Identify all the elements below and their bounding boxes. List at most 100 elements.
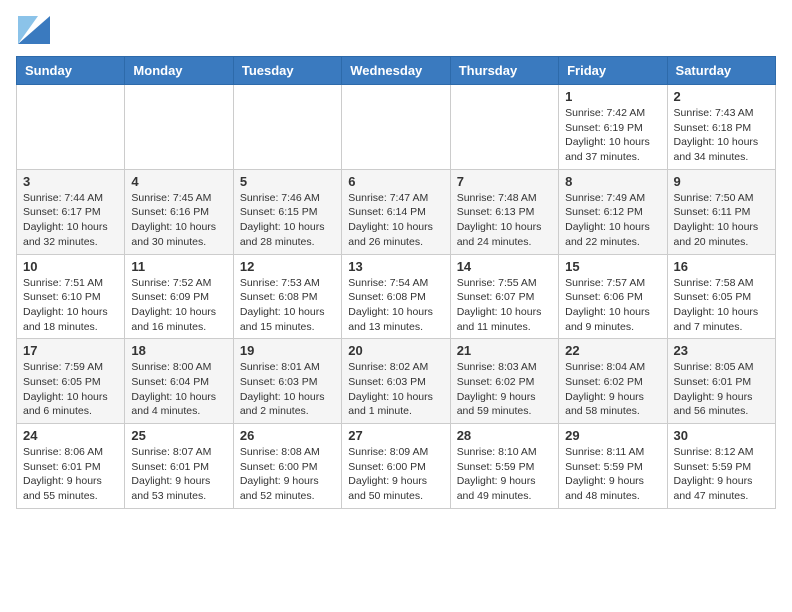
day-info: Sunrise: 8:04 AM Sunset: 6:02 PM Dayligh… (565, 360, 660, 419)
day-info: Sunrise: 8:11 AM Sunset: 5:59 PM Dayligh… (565, 445, 660, 504)
day-info: Sunrise: 7:54 AM Sunset: 6:08 PM Dayligh… (348, 276, 443, 335)
day-info: Sunrise: 8:05 AM Sunset: 6:01 PM Dayligh… (674, 360, 769, 419)
calendar-week-row: 24Sunrise: 8:06 AM Sunset: 6:01 PM Dayli… (17, 424, 776, 509)
calendar-day-cell: 15 Sunrise: 7:57 AM Sunset: 6:06 PM Dayli… (559, 254, 667, 339)
calendar-day-cell: 1 Sunrise: 7:42 AM Sunset: 6:19 PM Daylig… (559, 85, 667, 170)
day-number: 2 (674, 89, 769, 104)
calendar-day-cell (450, 85, 558, 170)
calendar-day-cell: 16 Sunrise: 7:58 AM Sunset: 6:05 PM Dayli… (667, 254, 775, 339)
day-number: 10 (23, 259, 118, 274)
weekday-header-sunday: Sunday (17, 57, 125, 85)
day-number: 25 (131, 428, 226, 443)
day-number: 8 (565, 174, 660, 189)
logo-icon (18, 16, 50, 44)
calendar-day-cell (125, 85, 233, 170)
day-info: Sunrise: 8:08 AM Sunset: 6:00 PM Dayligh… (240, 445, 335, 504)
day-info: Sunrise: 7:53 AM Sunset: 6:08 PM Dayligh… (240, 276, 335, 335)
day-info: Sunrise: 7:51 AM Sunset: 6:10 PM Dayligh… (23, 276, 118, 335)
day-info: Sunrise: 7:49 AM Sunset: 6:12 PM Dayligh… (565, 191, 660, 250)
day-info: Sunrise: 8:07 AM Sunset: 6:01 PM Dayligh… (131, 445, 226, 504)
calendar-day-cell: 13 Sunrise: 7:54 AM Sunset: 6:08 PM Dayli… (342, 254, 450, 339)
day-info: Sunrise: 7:55 AM Sunset: 6:07 PM Dayligh… (457, 276, 552, 335)
calendar-day-cell: 14 Sunrise: 7:55 AM Sunset: 6:07 PM Dayli… (450, 254, 558, 339)
calendar-table: SundayMondayTuesdayWednesdayThursdayFrid… (16, 56, 776, 509)
day-info: Sunrise: 7:58 AM Sunset: 6:05 PM Dayligh… (674, 276, 769, 335)
day-info: Sunrise: 8:02 AM Sunset: 6:03 PM Dayligh… (348, 360, 443, 419)
page-header (16, 16, 776, 44)
day-number: 17 (23, 343, 118, 358)
calendar-day-cell: 23 Sunrise: 8:05 AM Sunset: 6:01 PM Dayli… (667, 339, 775, 424)
day-number: 9 (674, 174, 769, 189)
calendar-day-cell: 27Sunrise: 8:09 AM Sunset: 6:00 PM Dayli… (342, 424, 450, 509)
day-number: 23 (674, 343, 769, 358)
calendar-day-cell: 22 Sunrise: 8:04 AM Sunset: 6:02 PM Dayli… (559, 339, 667, 424)
day-info: Sunrise: 7:42 AM Sunset: 6:19 PM Dayligh… (565, 106, 660, 165)
day-number: 14 (457, 259, 552, 274)
calendar-day-cell: 19 Sunrise: 8:01 AM Sunset: 6:03 PM Dayli… (233, 339, 341, 424)
calendar-day-cell (17, 85, 125, 170)
calendar-day-cell (233, 85, 341, 170)
logo (16, 16, 50, 44)
day-number: 11 (131, 259, 226, 274)
day-number: 6 (348, 174, 443, 189)
weekday-header-wednesday: Wednesday (342, 57, 450, 85)
day-number: 24 (23, 428, 118, 443)
day-number: 3 (23, 174, 118, 189)
day-info: Sunrise: 8:03 AM Sunset: 6:02 PM Dayligh… (457, 360, 552, 419)
day-number: 28 (457, 428, 552, 443)
day-number: 21 (457, 343, 552, 358)
day-info: Sunrise: 7:44 AM Sunset: 6:17 PM Dayligh… (23, 191, 118, 250)
calendar-day-cell: 25 Sunrise: 8:07 AM Sunset: 6:01 PM Dayli… (125, 424, 233, 509)
day-number: 15 (565, 259, 660, 274)
calendar-day-cell: 28 Sunrise: 8:10 AM Sunset: 5:59 PM Dayli… (450, 424, 558, 509)
day-info: Sunrise: 8:09 AM Sunset: 6:00 PM Dayligh… (348, 445, 443, 504)
calendar-day-cell: 4 Sunrise: 7:45 AM Sunset: 6:16 PM Daylig… (125, 169, 233, 254)
calendar-day-cell: 3 Sunrise: 7:44 AM Sunset: 6:17 PM Daylig… (17, 169, 125, 254)
calendar-day-cell: 26Sunrise: 8:08 AM Sunset: 6:00 PM Dayli… (233, 424, 341, 509)
day-number: 29 (565, 428, 660, 443)
day-number: 5 (240, 174, 335, 189)
day-number: 13 (348, 259, 443, 274)
calendar-day-cell: 20Sunrise: 8:02 AM Sunset: 6:03 PM Dayli… (342, 339, 450, 424)
day-number: 19 (240, 343, 335, 358)
calendar-day-cell: 18 Sunrise: 8:00 AM Sunset: 6:04 PM Dayli… (125, 339, 233, 424)
calendar-day-cell: 29 Sunrise: 8:11 AM Sunset: 5:59 PM Dayli… (559, 424, 667, 509)
day-info: Sunrise: 8:00 AM Sunset: 6:04 PM Dayligh… (131, 360, 226, 419)
calendar-day-cell: 17 Sunrise: 7:59 AM Sunset: 6:05 PM Dayli… (17, 339, 125, 424)
weekday-header-row: SundayMondayTuesdayWednesdayThursdayFrid… (17, 57, 776, 85)
day-info: Sunrise: 7:48 AM Sunset: 6:13 PM Dayligh… (457, 191, 552, 250)
day-number: 18 (131, 343, 226, 358)
calendar-day-cell: 6 Sunrise: 7:47 AM Sunset: 6:14 PM Daylig… (342, 169, 450, 254)
day-info: Sunrise: 7:57 AM Sunset: 6:06 PM Dayligh… (565, 276, 660, 335)
day-info: Sunrise: 7:50 AM Sunset: 6:11 PM Dayligh… (674, 191, 769, 250)
calendar-day-cell: 10 Sunrise: 7:51 AM Sunset: 6:10 PM Dayli… (17, 254, 125, 339)
calendar-day-cell (342, 85, 450, 170)
calendar-day-cell: 7 Sunrise: 7:48 AM Sunset: 6:13 PM Daylig… (450, 169, 558, 254)
day-info: Sunrise: 8:12 AM Sunset: 5:59 PM Dayligh… (674, 445, 769, 504)
day-number: 12 (240, 259, 335, 274)
calendar-day-cell: 30 Sunrise: 8:12 AM Sunset: 5:59 PM Dayli… (667, 424, 775, 509)
calendar-day-cell: 2 Sunrise: 7:43 AM Sunset: 6:18 PM Daylig… (667, 85, 775, 170)
day-info: Sunrise: 7:43 AM Sunset: 6:18 PM Dayligh… (674, 106, 769, 165)
calendar-day-cell: 5 Sunrise: 7:46 AM Sunset: 6:15 PM Daylig… (233, 169, 341, 254)
day-number: 16 (674, 259, 769, 274)
day-number: 30 (674, 428, 769, 443)
weekday-header-monday: Monday (125, 57, 233, 85)
day-number: 7 (457, 174, 552, 189)
weekday-header-thursday: Thursday (450, 57, 558, 85)
day-info: Sunrise: 8:10 AM Sunset: 5:59 PM Dayligh… (457, 445, 552, 504)
calendar-week-row: 3 Sunrise: 7:44 AM Sunset: 6:17 PM Daylig… (17, 169, 776, 254)
day-info: Sunrise: 7:46 AM Sunset: 6:15 PM Dayligh… (240, 191, 335, 250)
day-number: 1 (565, 89, 660, 104)
day-info: Sunrise: 8:01 AM Sunset: 6:03 PM Dayligh… (240, 360, 335, 419)
weekday-header-tuesday: Tuesday (233, 57, 341, 85)
day-info: Sunrise: 7:59 AM Sunset: 6:05 PM Dayligh… (23, 360, 118, 419)
day-info: Sunrise: 7:47 AM Sunset: 6:14 PM Dayligh… (348, 191, 443, 250)
day-info: Sunrise: 7:45 AM Sunset: 6:16 PM Dayligh… (131, 191, 226, 250)
day-number: 22 (565, 343, 660, 358)
day-number: 4 (131, 174, 226, 189)
day-info: Sunrise: 7:52 AM Sunset: 6:09 PM Dayligh… (131, 276, 226, 335)
calendar-week-row: 1 Sunrise: 7:42 AM Sunset: 6:19 PM Daylig… (17, 85, 776, 170)
calendar-day-cell: 8 Sunrise: 7:49 AM Sunset: 6:12 PM Daylig… (559, 169, 667, 254)
calendar-day-cell: 24Sunrise: 8:06 AM Sunset: 6:01 PM Dayli… (17, 424, 125, 509)
